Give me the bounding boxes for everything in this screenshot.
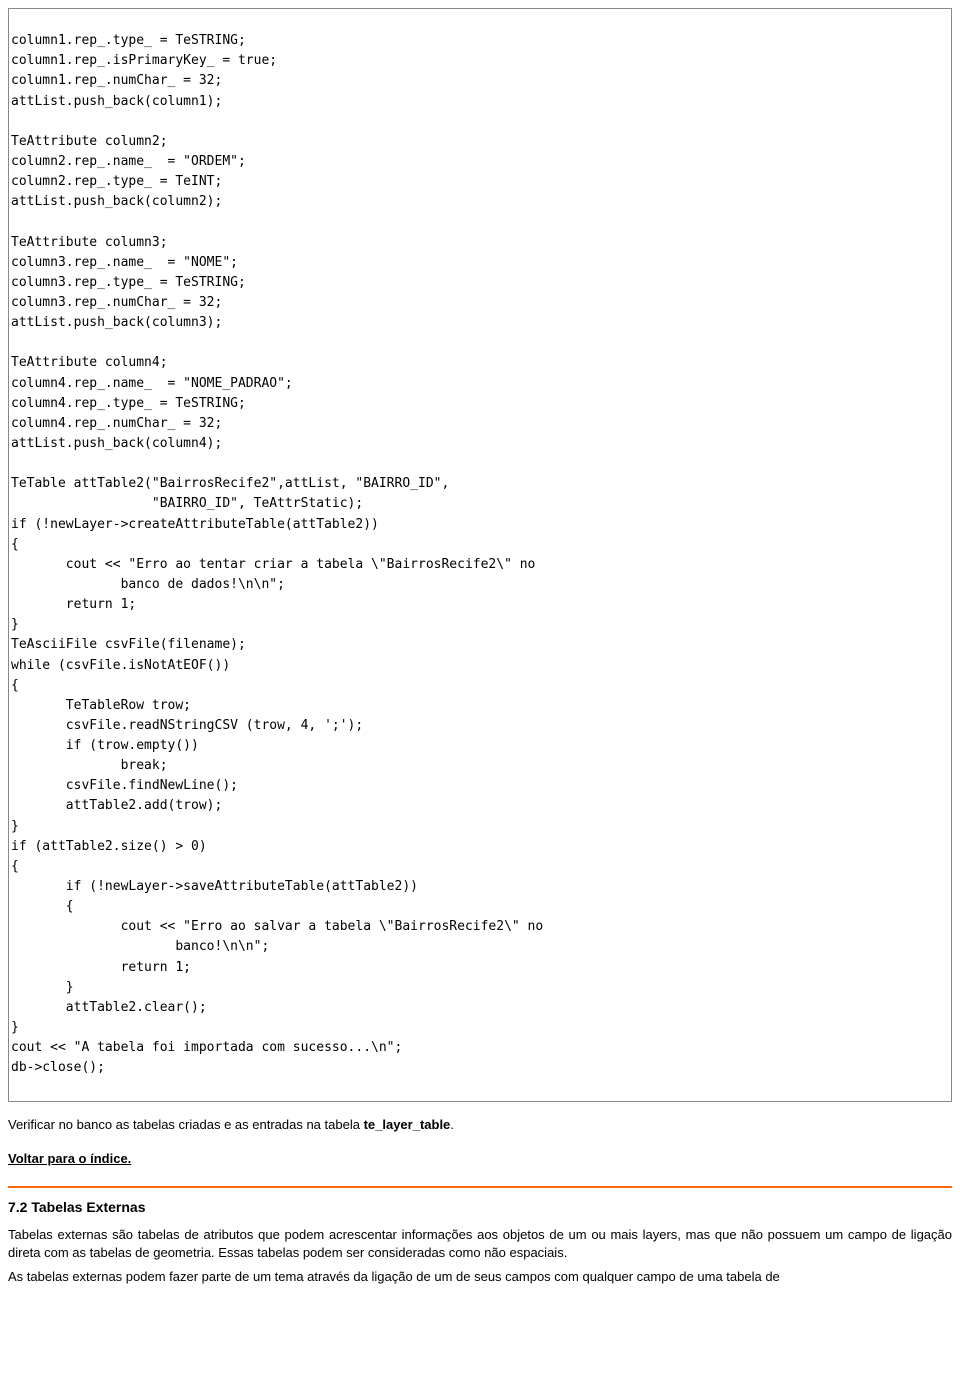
section-divider <box>8 1186 952 1188</box>
paragraph-external-tables-2: As tabelas externas podem fazer parte de… <box>8 1268 952 1286</box>
back-to-index-link[interactable]: Voltar para o índice. <box>8 1150 131 1168</box>
paragraph-external-tables-1: Tabelas externas são tabelas de atributo… <box>8 1226 952 1262</box>
para1-pre: Verificar no banco as tabelas criadas e … <box>8 1117 364 1132</box>
paragraph-verify: Verificar no banco as tabelas criadas e … <box>8 1116 952 1134</box>
code-content: column1.rep_.type_ = TeSTRING; column1.r… <box>9 29 951 1080</box>
section-title: 7.2 Tabelas Externas <box>8 1198 952 1218</box>
para1-post: . <box>450 1117 454 1132</box>
code-block: column1.rep_.type_ = TeSTRING; column1.r… <box>8 8 952 1102</box>
para1-bold: te_layer_table <box>364 1117 451 1132</box>
